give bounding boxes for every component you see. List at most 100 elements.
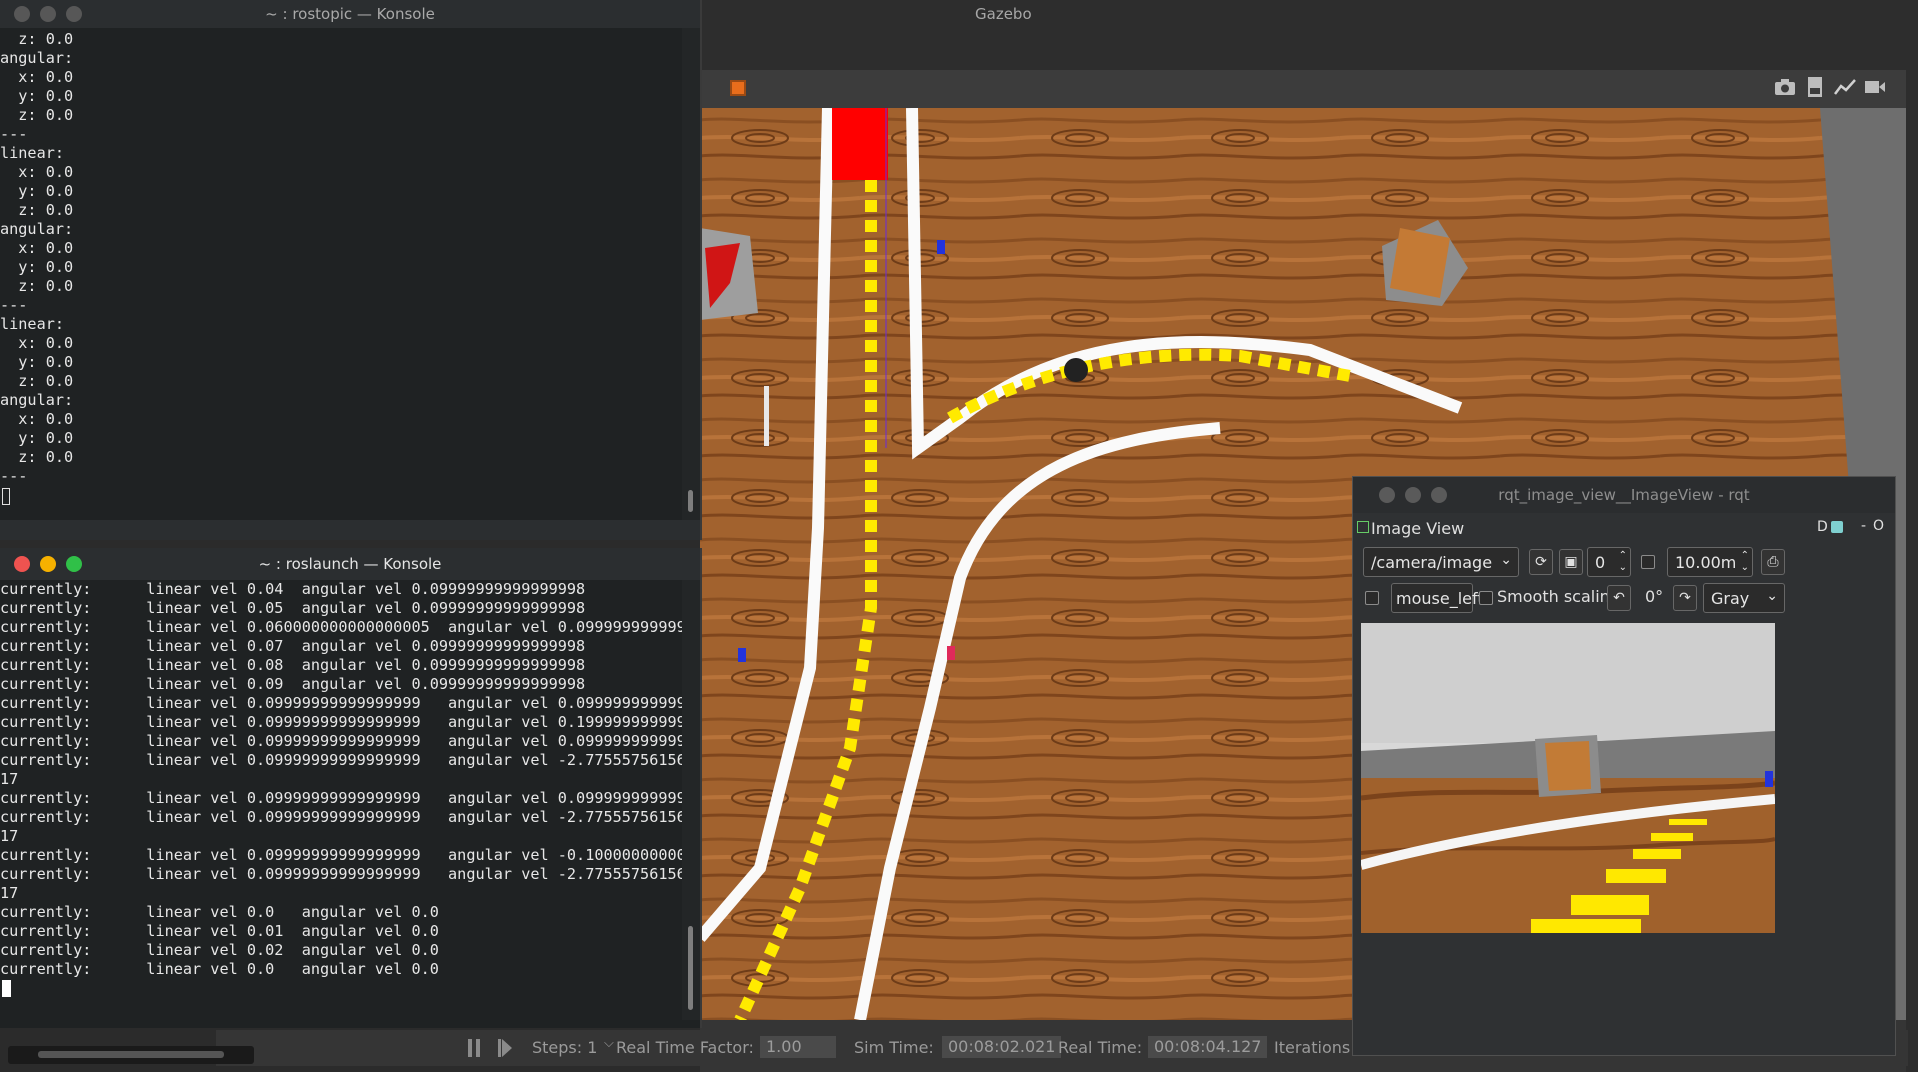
terminal-line: linear: xyxy=(0,144,65,162)
terminal-line: --- xyxy=(0,467,28,485)
panel-controls[interactable]: D xyxy=(1817,519,1828,535)
terminal-line: currently: linear vel 0.07 angular vel 0… xyxy=(0,637,586,655)
close-button[interactable] xyxy=(14,556,30,572)
minimize-button[interactable] xyxy=(40,6,56,22)
terminal-line: y: 0.0 xyxy=(0,182,74,200)
terminal-line: currently: linear vel 0.04 angular vel 0… xyxy=(0,580,586,598)
terminal-line: 17 xyxy=(0,884,19,902)
spin-box[interactable]: 0 ⌃ ⌄ xyxy=(1587,547,1631,577)
rostopic-bottom-bar xyxy=(0,520,700,540)
pause-icon[interactable] xyxy=(468,1039,482,1057)
terminal-line: currently: linear vel 0.0999999999999999… xyxy=(0,713,682,731)
save-image-button[interactable]: ⎙ xyxy=(1761,549,1785,575)
distance-spin-box[interactable]: 10.00m ⌃ ⌄ xyxy=(1667,547,1753,577)
roslaunch-scrollbar[interactable] xyxy=(682,580,700,1020)
gazebo-titlebar: Gazebo xyxy=(700,0,1918,28)
camera-icon[interactable] xyxy=(1774,78,1796,100)
step-icon[interactable] xyxy=(498,1039,512,1057)
smooth-scaling-label: Smooth scaling xyxy=(1497,587,1620,606)
terminal-line: currently: linear vel 0.0999999999999999… xyxy=(0,751,682,769)
maximize-button[interactable] xyxy=(1431,487,1447,503)
window-controls xyxy=(14,6,82,22)
horizontal-scrollbar[interactable] xyxy=(8,1046,254,1064)
camera-image[interactable] xyxy=(1361,623,1775,933)
minimize-button[interactable] xyxy=(1405,487,1421,503)
terminal-line: z: 0.0 xyxy=(0,448,74,466)
shape-tool-icon[interactable] xyxy=(730,80,746,96)
terminal-line: currently: linear vel 0.01 angular vel 0… xyxy=(0,922,439,940)
roslaunch-terminal-output[interactable]: currently: linear vel 0.04 angular vel 0… xyxy=(0,580,682,1020)
terminal-line: currently: linear vel 0.0999999999999999… xyxy=(0,732,682,750)
rqt-image-view-window: rqt_image_view__ImageView - rqt Image Vi… xyxy=(1352,476,1896,1056)
maximize-button[interactable] xyxy=(66,556,82,572)
spin-box-value: 0 xyxy=(1595,552,1606,572)
panel-close-icon[interactable]: O xyxy=(1873,518,1884,534)
minimize-button[interactable] xyxy=(40,556,56,572)
rotate-left-button[interactable]: ↶ xyxy=(1607,585,1631,611)
rostopic-scrollbar[interactable] xyxy=(682,28,700,520)
roslaunch-titlebar: ~ : roslaunch — Konsole xyxy=(0,548,700,580)
terminal-line: z: 0.0 xyxy=(0,30,74,48)
terminal-line: x: 0.0 xyxy=(0,163,74,181)
roslaunch-title: ~ : roslaunch — Konsole xyxy=(258,555,442,573)
terminal-line: y: 0.0 xyxy=(0,258,74,276)
fit-button[interactable]: ▣ xyxy=(1559,549,1583,575)
rtf-label: Real Time Factor: xyxy=(616,1038,754,1057)
topic-select[interactable]: /camera/image ⌄ xyxy=(1363,547,1519,577)
rostopic-titlebar: ~ : rostopic — Konsole xyxy=(0,0,700,28)
terminal-line: z: 0.0 xyxy=(0,106,74,124)
rqt-title: rqt_image_view__ImageView - rqt xyxy=(1498,486,1750,504)
terminal-line: z: 0.0 xyxy=(0,201,74,219)
video-icon[interactable] xyxy=(1864,79,1886,99)
terminal-line: angular: xyxy=(0,49,74,67)
sim-time-value: 00:08:02.021 xyxy=(942,1036,1062,1058)
chevron-down-icon: ⌄ xyxy=(1500,552,1512,568)
terminal-line: currently: linear vel 0.05 angular vel 0… xyxy=(0,599,586,617)
spin-arrows-icon: ⌃ ⌄ xyxy=(1618,550,1627,573)
plot-icon[interactable] xyxy=(1834,78,1856,100)
rostopic-title: ~ : rostopic — Konsole xyxy=(265,5,435,23)
chevron-down-icon: ⌄ xyxy=(1766,588,1778,604)
real-time-value: 00:08:04.127 xyxy=(1148,1036,1268,1058)
terminal-line: linear: xyxy=(0,315,65,333)
terminal-cursor xyxy=(2,980,11,997)
terminal-line: 17 xyxy=(0,770,19,788)
close-button[interactable] xyxy=(1379,487,1395,503)
rotation-value: 0° xyxy=(1645,587,1664,606)
spin-arrows-icon: ⌃ ⌄ xyxy=(1740,550,1749,573)
rostopic-konsole-window: ~ : rostopic — Konsole z: 0.0 angular: x:… xyxy=(0,0,702,540)
terminal-cursor xyxy=(2,488,10,505)
terminal-line: currently: linear vel 0.0999999999999999… xyxy=(0,694,682,712)
chevron-down-icon[interactable]: ⌵ xyxy=(604,1036,614,1051)
close-button[interactable] xyxy=(14,6,30,22)
distance-checkbox[interactable] xyxy=(1641,555,1655,569)
mouse-publish-checkbox[interactable] xyxy=(1365,591,1379,605)
panel-reconfigure-icon[interactable] xyxy=(1831,521,1843,533)
terminal-line: --- xyxy=(0,296,28,314)
refresh-button[interactable]: ⟳ xyxy=(1529,549,1553,575)
color-scheme-select[interactable]: Gray ⌄ xyxy=(1703,583,1785,613)
sim-time-label: Sim Time: xyxy=(854,1038,934,1057)
rostopic-terminal-output[interactable]: z: 0.0 angular: x: 0.0 y: 0.0 z: 0.0 --- li… xyxy=(0,30,682,520)
terminal-line: y: 0.0 xyxy=(0,353,74,371)
terminal-line: x: 0.0 xyxy=(0,410,74,428)
panel-minimize-icon[interactable]: - xyxy=(1861,518,1866,534)
log-icon[interactable] xyxy=(1806,76,1824,102)
terminal-line: currently: linear vel 0.0600000000000000… xyxy=(0,618,682,636)
maximize-button[interactable] xyxy=(66,6,82,22)
steps-label[interactable]: Steps: 1 xyxy=(532,1038,597,1057)
terminal-line: currently: linear vel 0.0 angular vel 0.… xyxy=(0,903,439,921)
terminal-line: angular: xyxy=(0,391,74,409)
terminal-line: currently: linear vel 0.02 angular vel 0… xyxy=(0,941,439,959)
color-scheme-value: Gray xyxy=(1711,588,1750,608)
mouse-topic-field[interactable]: mouse_left xyxy=(1391,583,1484,613)
mouse-topic-value: mouse_left xyxy=(1396,588,1484,608)
terminal-line: currently: linear vel 0.08 angular vel 0… xyxy=(0,656,586,674)
terminal-line: x: 0.0 xyxy=(0,334,74,352)
roslaunch-konsole-window: ~ : roslaunch — Konsole currently: linea… xyxy=(0,548,702,1028)
terminal-line: y: 0.0 xyxy=(0,429,74,447)
window-controls xyxy=(14,556,82,572)
smooth-scaling-checkbox[interactable] xyxy=(1479,591,1493,605)
rotate-right-button[interactable]: ↷ xyxy=(1673,585,1697,611)
rtf-value: 1.00 xyxy=(760,1036,836,1058)
